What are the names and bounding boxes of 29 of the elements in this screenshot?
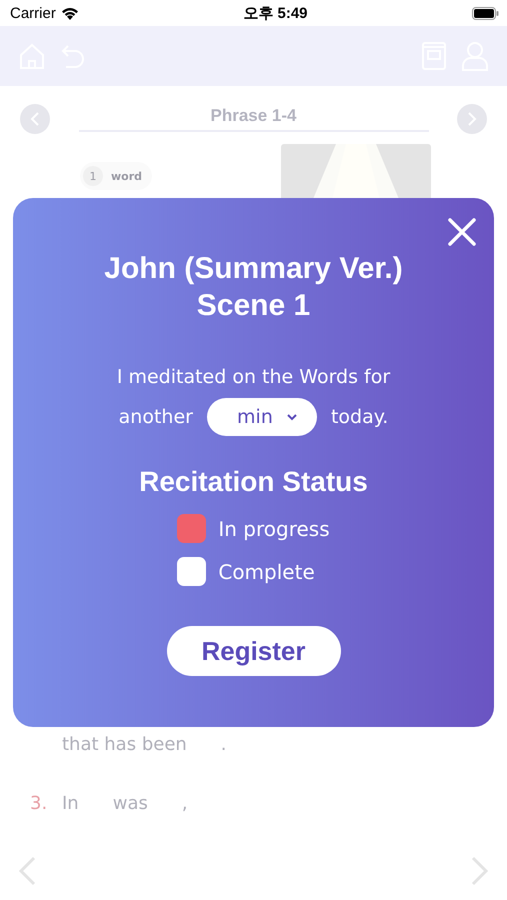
carrier-label: Carrier <box>10 4 56 22</box>
verse-text: . <box>220 734 227 755</box>
status-option[interactable]: Complete <box>177 557 330 586</box>
chevron-left-icon <box>30 112 40 126</box>
close-button[interactable] <box>446 216 478 248</box>
chevron-right-icon <box>467 112 477 126</box>
status-option[interactable]: In progress <box>177 514 330 543</box>
word-chip[interactable]: 1 word <box>80 162 152 190</box>
battery-icon <box>472 6 499 20</box>
previous-button[interactable] <box>20 104 50 134</box>
minutes-dropdown[interactable]: min <box>206 398 317 436</box>
next-button[interactable] <box>457 104 487 134</box>
sentence-text: today. <box>330 406 388 428</box>
caret-icon <box>286 414 297 420</box>
chevron-right-icon[interactable] <box>471 856 489 886</box>
verse-number: 3. <box>30 793 48 814</box>
register-button[interactable]: Register <box>166 626 340 676</box>
verse-text: In <box>62 793 79 814</box>
wifi-icon <box>60 6 79 20</box>
verse-text: , <box>182 793 188 814</box>
dialog-title: John (Summary Ver.) Scene 1 <box>104 251 403 324</box>
sentence-text: another <box>118 406 193 428</box>
clock-time: 오후 5:49 <box>243 4 308 22</box>
chevron-left-icon[interactable] <box>18 856 36 886</box>
section-heading: Recitation Status <box>139 466 368 498</box>
verse-text: was <box>112 793 148 814</box>
phrase-title: Phrase 1-4 <box>210 106 296 125</box>
intro-text: I meditated on the Words for <box>116 366 390 388</box>
verse-text: that has been <box>62 734 187 755</box>
